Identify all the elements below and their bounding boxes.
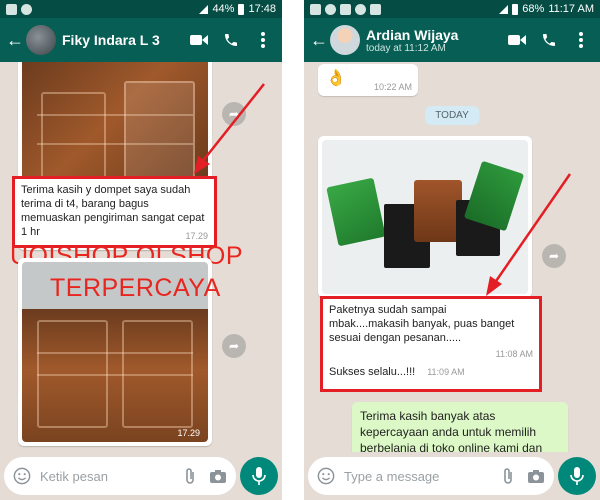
share-forward-icon[interactable]: ➦: [222, 334, 246, 358]
notification-icon: [325, 3, 336, 15]
message-time: 17.29: [185, 231, 208, 241]
emoji-icon[interactable]: [12, 466, 32, 486]
status-bar: 44% 17:48: [0, 0, 282, 18]
more-vert-icon[interactable]: [568, 27, 594, 53]
mic-button[interactable]: [240, 457, 278, 495]
message-time: 10:22 AM: [373, 82, 412, 92]
message-placeholder[interactable]: Ketik pesan: [40, 469, 172, 484]
outgoing-message: Terima kasih banyak atas kepercayaan and…: [352, 402, 568, 452]
notification-icon: [340, 3, 351, 15]
clock: 17:48: [248, 3, 276, 15]
mic-button[interactable]: [558, 457, 596, 495]
clock: 11:17 AM: [548, 3, 594, 15]
testimonial-collage: 44% 17:48 ← Fiky Indara L 3 ➦ Terima kas…: [0, 0, 600, 500]
message-text: Terima kasih y dompet saya sudah terima …: [21, 184, 205, 238]
message-placeholder[interactable]: Type a message: [344, 469, 490, 484]
sticker-message: 👌 10:22 AM: [318, 64, 418, 96]
left-phone-screenshot: 44% 17:48 ← Fiky Indara L 3 ➦ Terima kas…: [0, 0, 282, 500]
message-time: 17.29: [177, 428, 200, 438]
notification-icon: [355, 3, 366, 15]
message-text: Sukses selalu...!!!: [329, 366, 416, 378]
caption-message: Paketnya sudah sampai mbak....makasih ba…: [320, 296, 542, 392]
more-vert-icon[interactable]: [250, 27, 276, 53]
signal-icon: [199, 4, 209, 14]
message-input[interactable]: Type a message: [308, 457, 554, 495]
notification-icon: [310, 3, 321, 15]
chat-header: ← Fiky Indara L 3: [0, 18, 282, 62]
paperclip-icon[interactable]: [498, 466, 518, 486]
emoji-sticker-icon: 👌: [326, 70, 346, 87]
watermark-line-2: TERPERCAYA: [50, 274, 221, 302]
right-phone-screenshot: 68% 11:17 AM ← Ardian Wijaya today at 11…: [304, 0, 600, 500]
notification-icon: [21, 3, 32, 15]
avatar[interactable]: [330, 25, 360, 55]
arrow-back-icon[interactable]: ←: [6, 30, 24, 51]
message-text: Paketnya sudah sampai mbak....makasih ba…: [329, 304, 515, 344]
mic-icon: [570, 467, 584, 485]
notification-icon: [370, 3, 381, 15]
annotation-arrow: [194, 83, 265, 174]
arrow-back-icon[interactable]: ←: [310, 30, 328, 51]
contact-name[interactable]: Ardian Wijaya: [366, 27, 498, 43]
paperclip-icon[interactable]: [180, 466, 200, 486]
message-input[interactable]: Ketik pesan: [4, 457, 236, 495]
mic-icon: [252, 467, 266, 485]
battery-icon: [238, 3, 245, 15]
message-time: 11:09 AM: [427, 367, 465, 377]
date-divider: TODAY: [425, 106, 479, 125]
battery-percent: 44%: [212, 3, 235, 15]
camera-icon[interactable]: [526, 466, 546, 486]
chat-area: 👌 10:22 AM TODAY ➦ Paketnya sudah sampai…: [304, 62, 600, 452]
last-seen: today at 11:12 AM: [366, 42, 446, 54]
phone-icon[interactable]: [536, 27, 562, 53]
message-text: Terima kasih banyak atas kepercayaan and…: [360, 409, 543, 452]
caption-message: Terima kasih y dompet saya sudah terima …: [12, 176, 217, 248]
chat-area: ➦ Terima kasih y dompet saya sudah terim…: [0, 62, 282, 452]
emoji-icon[interactable]: [316, 466, 336, 486]
notification-icon: [6, 3, 17, 15]
chat-header: ← Ardian Wijaya today at 11:12 AM: [304, 18, 600, 62]
signal-icon: [499, 4, 509, 14]
compose-bar: Type a message: [304, 452, 600, 500]
battery-percent: 68%: [522, 3, 545, 15]
battery-icon: [512, 3, 519, 15]
camera-icon[interactable]: [208, 466, 228, 486]
avatar[interactable]: [26, 25, 56, 55]
compose-bar: Ketik pesan: [0, 452, 282, 500]
contact-name[interactable]: Fiky Indara L 3: [62, 32, 180, 48]
videocam-icon[interactable]: [504, 27, 530, 53]
phone-icon[interactable]: [218, 27, 244, 53]
annotation-arrow: [486, 173, 572, 296]
videocam-icon[interactable]: [186, 27, 212, 53]
status-bar: 68% 11:17 AM: [304, 0, 600, 18]
message-time: 11:08 AM: [495, 349, 533, 359]
